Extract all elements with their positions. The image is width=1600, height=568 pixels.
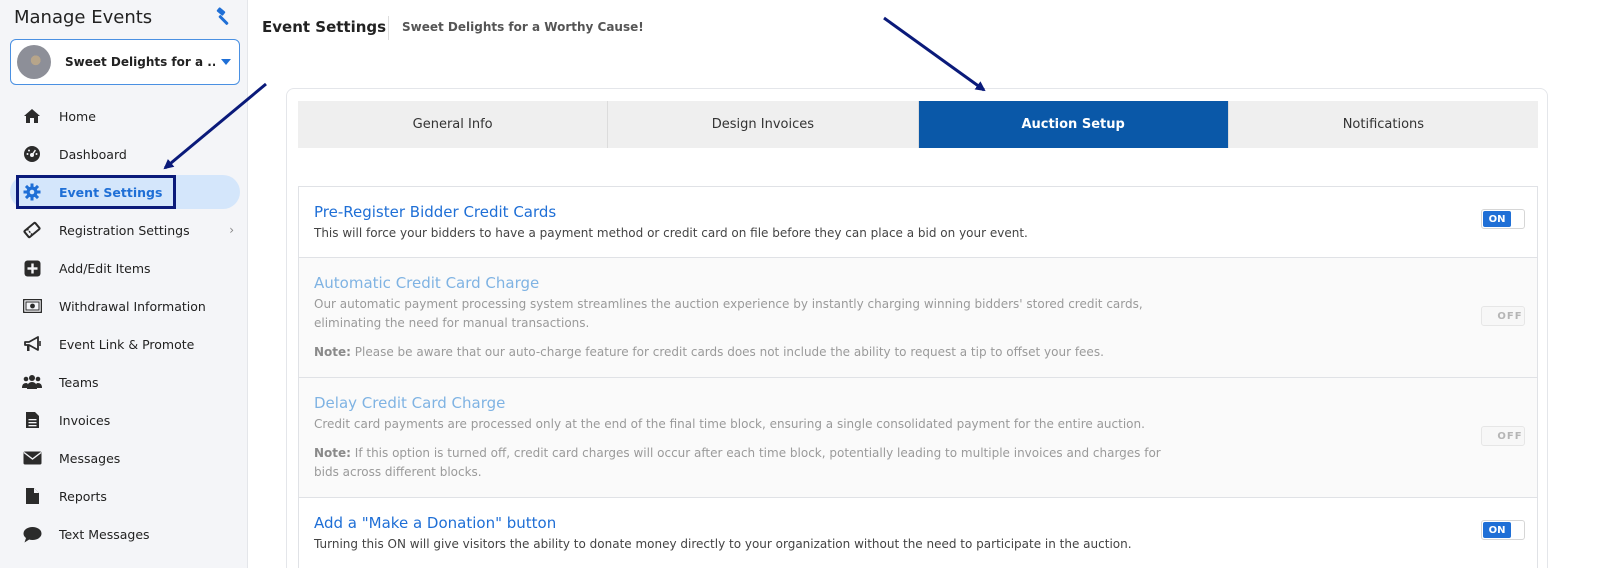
sidebar-item-event-link-promote[interactable]: Event Link & Promote	[0, 325, 248, 363]
delay-charge-toggle[interactable]: OFF	[1481, 426, 1525, 446]
caret-down-icon	[221, 59, 231, 65]
plus-square-icon	[22, 258, 42, 278]
note-text: If this option is turned off, credit car…	[314, 446, 1161, 479]
sidebar-item-label: Text Messages	[59, 526, 150, 542]
setting-description: Our automatic payment processing system …	[314, 297, 1143, 330]
sidebar-item-label: Teams	[59, 374, 99, 390]
toggle-state: ON	[1483, 522, 1511, 538]
sidebar-item-registration-settings[interactable]: Registration Settings ›	[0, 211, 248, 249]
sidebar: Manage Events Sweet Delights for a ... H…	[0, 0, 248, 568]
tab-auction-setup[interactable]: Auction Setup	[918, 101, 1229, 148]
sidebar-header: Manage Events	[0, 0, 247, 34]
setting-title: Pre-Register Bidder Credit Cards	[314, 203, 557, 221]
setting-note: Note: Please be aware that our auto-char…	[314, 343, 1177, 362]
sidebar-item-event-settings[interactable]: Event Settings	[0, 173, 248, 211]
sidebar-item-add-edit-items[interactable]: Add/Edit Items	[0, 249, 248, 287]
note-label: Note:	[314, 345, 351, 359]
invoice-icon	[22, 410, 42, 430]
gavel-icon[interactable]	[213, 6, 235, 28]
arrow-to-auction-setup	[883, 16, 986, 92]
ticket-icon	[22, 220, 42, 240]
toggle-state: ON	[1483, 211, 1511, 227]
sidebar-item-label: Dashboard	[59, 146, 127, 162]
sidebar-item-reports[interactable]: Reports	[0, 477, 248, 515]
gear-icon	[22, 182, 42, 202]
sidebar-item-home[interactable]: Home	[0, 97, 248, 135]
sidebar-item-label: Registration Settings	[59, 222, 190, 238]
setting-description: Credit card payments are processed only …	[314, 417, 1145, 431]
tab-design-invoices[interactable]: Design Invoices	[608, 101, 919, 148]
sidebar-item-teams[interactable]: Teams	[0, 363, 248, 401]
sidebar-item-label: Add/Edit Items	[59, 260, 151, 276]
home-icon	[22, 106, 42, 126]
setting-note: Note: If this option is turned off, cred…	[314, 444, 1177, 482]
setting-description: Turning this ON will give visitors the a…	[314, 537, 1132, 551]
sidebar-item-label: Invoices	[59, 412, 111, 428]
chat-icon	[22, 524, 42, 544]
setting-donation-button: Add a "Make a Donation" button Turning t…	[299, 498, 1537, 568]
note-label: Note:	[314, 446, 351, 460]
setting-title: Add a "Make a Donation" button	[314, 514, 557, 532]
setting-delay-charge: Delay Credit Card Charge Credit card pay…	[299, 378, 1537, 498]
sidebar-item-messages[interactable]: Messages	[0, 439, 248, 477]
sidebar-title: Manage Events	[14, 6, 153, 28]
page-title: Event Settings	[262, 18, 387, 36]
toggle-state: OFF	[1497, 310, 1523, 322]
title-divider	[388, 16, 389, 40]
auction-settings-list: Pre-Register Bidder Credit Cards This wi…	[298, 186, 1538, 568]
page-subtitle: Sweet Delights for a Worthy Cause!	[402, 20, 644, 34]
automatic-charge-toggle[interactable]: OFF	[1481, 306, 1525, 326]
pre-register-toggle[interactable]: ON	[1481, 209, 1525, 229]
envelope-icon	[22, 448, 42, 468]
sidebar-item-label: Home	[59, 108, 96, 124]
setting-pre-register-cards: Pre-Register Bidder Credit Cards This wi…	[299, 187, 1537, 258]
megaphone-icon	[22, 334, 42, 354]
sidebar-item-label: Event Settings	[59, 184, 163, 200]
settings-tabs: General Info Design Invoices Auction Set…	[298, 101, 1538, 148]
sidebar-item-label: Event Link & Promote	[59, 336, 195, 352]
file-icon	[22, 486, 42, 506]
setting-automatic-charge: Automatic Credit Card Charge Our automat…	[299, 258, 1537, 378]
dashboard-icon	[22, 144, 42, 164]
sidebar-item-label: Withdrawal Information	[59, 298, 206, 314]
chevron-right-icon: ›	[229, 223, 234, 237]
donation-button-toggle[interactable]: ON	[1481, 520, 1525, 540]
event-selector[interactable]: Sweet Delights for a ...	[10, 39, 240, 85]
users-icon	[22, 372, 42, 392]
tab-general-info[interactable]: General Info	[298, 101, 609, 148]
setting-description: This will force your bidders to have a p…	[314, 226, 1028, 240]
toggle-state: OFF	[1497, 430, 1523, 442]
setting-title: Delay Credit Card Charge	[314, 394, 506, 412]
sidebar-item-dashboard[interactable]: Dashboard	[0, 135, 248, 173]
sidebar-nav: Home Dashboard Event Settings Registrati…	[0, 97, 248, 553]
money-icon	[22, 296, 42, 316]
sidebar-item-withdrawal-information[interactable]: Withdrawal Information	[0, 287, 248, 325]
sidebar-item-invoices[interactable]: Invoices	[0, 401, 248, 439]
sidebar-item-label: Messages	[59, 450, 121, 466]
setting-title: Automatic Credit Card Charge	[314, 274, 540, 292]
event-selector-label: Sweet Delights for a ...	[65, 55, 215, 69]
event-thumbnail	[17, 45, 51, 79]
tab-notifications[interactable]: Notifications	[1228, 101, 1538, 148]
note-text: Please be aware that our auto-charge fea…	[350, 345, 1104, 359]
sidebar-item-text-messages[interactable]: Text Messages	[0, 515, 248, 553]
sidebar-item-label: Reports	[59, 488, 107, 504]
